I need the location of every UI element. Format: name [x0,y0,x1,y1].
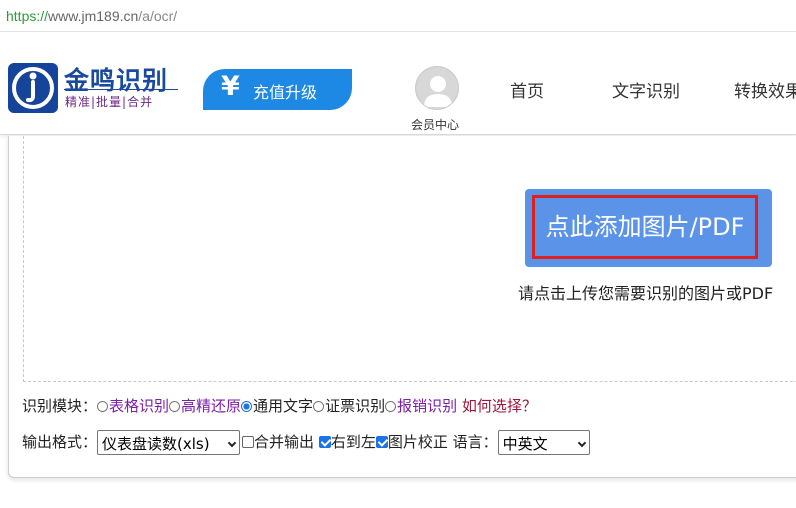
nav-home[interactable]: 首页 [510,77,544,102]
add-image-pdf-button[interactable]: 点此添加图片/PDF [525,189,772,267]
merge-output-label[interactable]: 合并输出 [254,433,314,451]
output-format-select[interactable]: 仪表盘读数(xls) [97,430,241,455]
image-correction-checkbox[interactable] [375,436,388,448]
module-row: 识别模块： 表格识别 高精还原 通用文字 证票识别 报销识别 如何选择？ [22,395,537,416]
right-to-left-checkbox[interactable] [318,436,331,448]
logo-divider [64,89,178,90]
logo-title: 金鸣识别 [64,66,169,95]
recharge-button[interactable]: ¥ 充值升级 [203,69,352,110]
radio-certificate-ocr[interactable] [313,401,325,412]
radio-reimbursement-ocr[interactable] [385,401,397,412]
output-row: 输出格式： 仪表盘读数(xls) 合并输出 右到左 图片校正 语言： 中英文 [22,430,590,455]
language-label: 语言： [452,433,498,451]
logo-mark-icon [8,63,58,113]
url-path: /a/ocr/ [138,8,178,24]
url-text[interactable]: https://www.jm189.cn/a/ocr/ [6,8,177,24]
member-center-label: 会员中心 [410,118,459,132]
url-host: www.jm189.cn [48,8,139,24]
recharge-label: 充值升级 [253,83,318,102]
radio-table-ocr[interactable] [97,401,109,412]
option-table-ocr[interactable]: 表格识别 [109,397,169,415]
logo-tagline: 精准|批量|合并 [65,95,154,109]
chevron-down-icon [227,438,237,448]
output-format-label: 输出格式： [22,433,98,451]
yen-icon: ¥ [221,71,240,102]
chevron-down-icon [577,438,586,448]
radio-high-precision[interactable] [169,401,181,412]
radio-general-text[interactable] [241,401,253,412]
option-certificate-ocr[interactable]: 证票识别 [325,397,385,415]
address-bar[interactable]: https://www.jm189.cn/a/ocr/ [0,0,796,32]
upload-hint: 请点击上传您需要识别的图片或PDF [518,284,774,303]
language-select[interactable]: 中英文 [497,430,590,455]
nav-text-ocr[interactable]: 文字识别 [612,77,680,102]
image-correction-label[interactable]: 图片校正 [388,433,448,451]
option-high-precision[interactable]: 高精还原 [181,397,241,415]
site-header: 金鸣识别 精准|批量|合并 ¥ 充值升级 会员中心 首页 文字识别 转换效果 [0,33,796,135]
add-image-pdf-label: 点此添加图片/PDF [532,195,758,259]
right-to-left-label[interactable]: 右到左 [331,433,376,451]
how-to-choose-link[interactable]: 如何选择？ [462,397,537,415]
member-center[interactable]: 会员中心 [405,66,465,136]
output-format-value: 仪表盘读数(xls) [102,435,210,453]
site-logo[interactable]: 金鸣识别 精准|批量|合并 [8,63,178,117]
option-reimbursement-ocr[interactable]: 报销识别 [397,397,457,415]
module-label: 识别模块： [22,397,98,415]
option-general-text[interactable]: 通用文字 [253,397,313,415]
merge-output-checkbox[interactable] [242,436,255,448]
avatar-icon [415,66,459,110]
nav-conversion-effect[interactable]: 转换效果 [734,77,796,102]
language-value: 中英文 [502,435,548,453]
url-scheme: https:// [6,8,49,24]
ocr-panel [8,136,796,478]
